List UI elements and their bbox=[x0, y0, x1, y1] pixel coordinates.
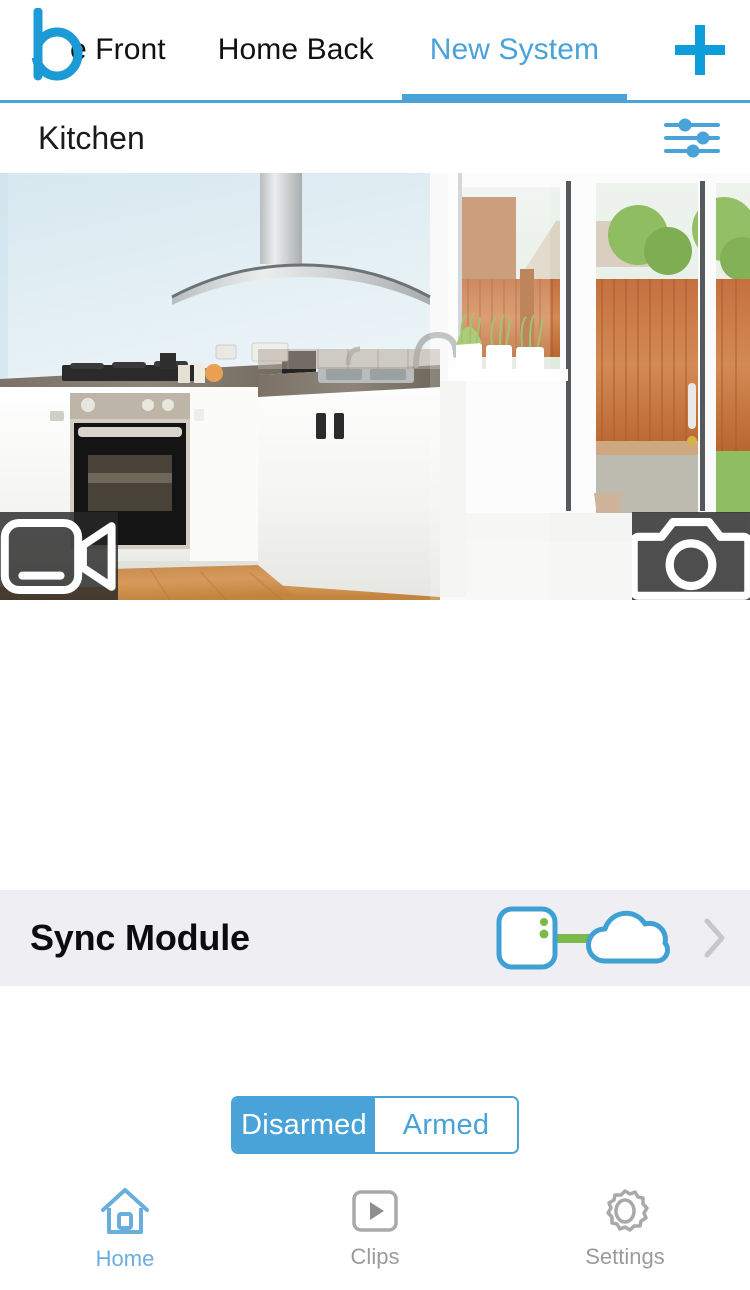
toggle-label: Disarmed bbox=[241, 1108, 367, 1141]
tab-label: New System bbox=[429, 33, 600, 66]
photo-camera-icon bbox=[632, 517, 750, 600]
video-camera-icon bbox=[0, 518, 116, 594]
nav-item-clips[interactable]: Clips bbox=[250, 1186, 500, 1270]
gear-icon bbox=[606, 1189, 649, 1232]
camera-header: Kitchen bbox=[0, 103, 750, 173]
camera-name: Kitchen bbox=[38, 119, 145, 156]
tab-new-system[interactable]: New System bbox=[401, 0, 628, 100]
nav-item-home[interactable]: Home bbox=[0, 1186, 250, 1272]
toggle-option-disarmed[interactable]: Disarmed bbox=[233, 1098, 375, 1152]
active-tab-indicator bbox=[401, 94, 628, 100]
app-root: e Front Home Back New System Kitchen Syn… bbox=[0, 0, 750, 1290]
nav-label-settings: Settings bbox=[585, 1244, 665, 1269]
camera-settings-button[interactable] bbox=[664, 117, 720, 159]
nav-label-home: Home bbox=[95, 1246, 155, 1271]
sliders-icon bbox=[664, 118, 720, 158]
camera-live-preview[interactable] bbox=[0, 173, 750, 600]
take-photo-button[interactable] bbox=[632, 512, 750, 600]
nav-item-settings[interactable]: Settings bbox=[500, 1186, 750, 1270]
play-square-icon bbox=[352, 1190, 398, 1232]
toggle-option-armed[interactable]: Armed bbox=[375, 1098, 517, 1152]
tab-label: e Front bbox=[70, 33, 166, 66]
sync-module-row[interactable]: Sync Module bbox=[0, 890, 750, 986]
record-video-button[interactable] bbox=[0, 512, 118, 600]
sync-module-cloud-connected-icon bbox=[496, 906, 671, 970]
tab-home-back[interactable]: Home Back bbox=[190, 0, 402, 100]
home-icon bbox=[101, 1188, 149, 1234]
system-tab-bar: e Front Home Back New System bbox=[0, 0, 750, 103]
chevron-right-icon bbox=[704, 918, 725, 958]
tab-scroll-container[interactable]: e Front Home Back New System bbox=[0, 0, 650, 100]
arm-state-toggle[interactable]: Disarmed Armed bbox=[231, 1096, 519, 1154]
tab-label: Home Back bbox=[217, 33, 374, 66]
tab-home-front[interactable]: e Front bbox=[0, 0, 190, 100]
add-system-button[interactable] bbox=[650, 0, 750, 102]
toggle-label: Armed bbox=[402, 1108, 490, 1141]
bottom-navigation: Home Clips Settings bbox=[0, 1172, 750, 1290]
sync-module-label: Sync Module bbox=[30, 917, 250, 958]
nav-label-clips: Clips bbox=[350, 1244, 400, 1269]
plus-icon bbox=[675, 25, 725, 75]
